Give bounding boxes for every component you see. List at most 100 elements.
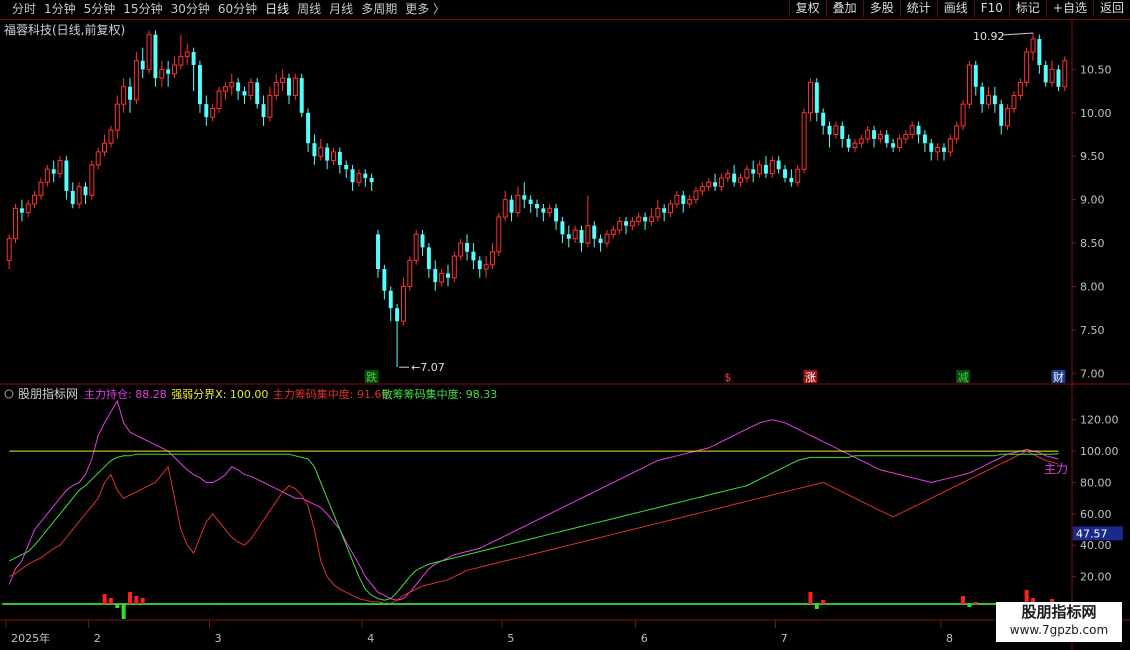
candle-body	[153, 34, 158, 79]
period-tab-1[interactable]: 1分钟	[40, 1, 80, 18]
candle-body	[292, 77, 298, 96]
toolbar-action-2[interactable]: 多股	[862, 0, 900, 17]
marker-3: 减	[958, 371, 969, 384]
period-tab-5[interactable]: 60分钟	[214, 1, 261, 18]
candle-body	[535, 203, 539, 209]
candle-body	[458, 242, 464, 257]
candle-body	[465, 243, 470, 252]
candle-body	[445, 273, 450, 278]
candle-body	[801, 112, 807, 170]
low-label: ←7.07	[411, 361, 445, 374]
x-label: 6	[641, 632, 648, 645]
candle-body	[400, 285, 406, 322]
watermark-url: www.7gpzb.com	[1009, 623, 1109, 637]
candle-body	[629, 220, 635, 227]
period-tab-2[interactable]: 5分钟	[80, 1, 120, 18]
candle-body	[744, 168, 750, 179]
period-tab-7[interactable]: 周线	[293, 1, 325, 18]
candle-body	[490, 251, 495, 266]
candle-body	[807, 81, 813, 114]
candle-body	[325, 147, 330, 161]
candle-body	[331, 151, 336, 162]
indicator-toggle-icon	[4, 389, 14, 399]
x-label: 2	[94, 632, 101, 645]
toolbar-action-5[interactable]: F10	[973, 0, 1009, 17]
candle-body	[382, 269, 387, 291]
candle-body	[140, 60, 145, 70]
volume-bar	[121, 604, 126, 619]
period-tab-9[interactable]: 多周期	[357, 1, 401, 18]
candle-body	[935, 147, 941, 153]
candle-body	[114, 103, 120, 131]
candle-body	[992, 95, 997, 105]
candle-body	[1062, 60, 1068, 88]
indicator-name: 股朋指标网	[18, 386, 78, 401]
candle-body	[897, 138, 902, 149]
candle-body	[19, 208, 24, 213]
volume-bar	[102, 594, 107, 604]
candle-body	[833, 125, 839, 136]
candle-body	[407, 259, 413, 287]
candle-body	[713, 182, 718, 187]
toolbar-action-6[interactable]: 标记	[1008, 0, 1046, 17]
candle-body	[25, 203, 31, 214]
candle-body	[865, 129, 871, 140]
ind-tick-label: 40.00	[1080, 539, 1112, 552]
toolbar-action-0[interactable]: 复权	[788, 0, 826, 17]
period-tab-6[interactable]: 日线	[261, 1, 293, 18]
candle-body	[280, 77, 286, 83]
candle-body	[668, 203, 674, 214]
indicator-value-0: 主力持仓: 88.28	[84, 387, 167, 401]
candle-body	[89, 164, 95, 196]
candle-body	[32, 194, 38, 205]
candle-body	[255, 82, 260, 105]
candle-body	[184, 51, 190, 57]
volume-bar	[821, 600, 826, 604]
indicator-value-1: 强弱分界X: 100.00	[171, 388, 268, 401]
toolbar-action-7[interactable]: +自选	[1045, 0, 1093, 17]
toolbar-action-4[interactable]: 画线	[936, 0, 974, 17]
candle-body	[751, 169, 756, 174]
candle-body	[356, 173, 362, 183]
period-tab-0[interactable]: 分时	[8, 1, 40, 18]
toolbar-action-3[interactable]: 统计	[899, 0, 937, 17]
candle-body	[909, 125, 915, 136]
candle-body	[884, 134, 889, 144]
candle-body	[648, 216, 654, 222]
candle-body	[585, 225, 591, 244]
candle-body	[960, 103, 966, 127]
candle-body	[204, 104, 209, 118]
candle-body	[560, 221, 565, 235]
candle-body	[547, 207, 553, 214]
high-label: 10.92	[973, 30, 1005, 43]
candle-body	[980, 86, 985, 105]
volume-bar	[115, 604, 120, 608]
toolbar-action-8[interactable]: 返回	[1092, 0, 1130, 17]
period-tab-3[interactable]: 15分钟	[119, 1, 166, 18]
candle-body	[76, 186, 82, 205]
candle-body	[210, 107, 216, 118]
candle-body	[636, 216, 642, 222]
price-tick-label: 10.50	[1080, 63, 1112, 76]
candle-body	[922, 134, 927, 144]
candle-body	[929, 143, 934, 152]
candle-body	[840, 125, 845, 139]
candle-body	[999, 104, 1004, 126]
candle-body	[248, 81, 254, 96]
candle-body	[732, 173, 737, 183]
candle-body	[693, 190, 699, 201]
candle-body	[763, 164, 768, 174]
volume-bar	[973, 602, 978, 604]
period-tab-10[interactable]: 更多 〉	[401, 1, 449, 18]
candle-body	[783, 169, 787, 178]
candle-body	[57, 160, 63, 175]
period-tab-8[interactable]: 月线	[325, 1, 357, 18]
volume-bar	[134, 596, 139, 604]
candle-body	[6, 238, 12, 261]
period-tab-4[interactable]: 30分钟	[167, 1, 214, 18]
candle-body	[413, 233, 419, 261]
toolbar-action-1[interactable]: 叠加	[825, 0, 863, 17]
candle-body	[699, 186, 705, 192]
candle-body	[821, 112, 826, 126]
candle-body	[1024, 51, 1030, 83]
